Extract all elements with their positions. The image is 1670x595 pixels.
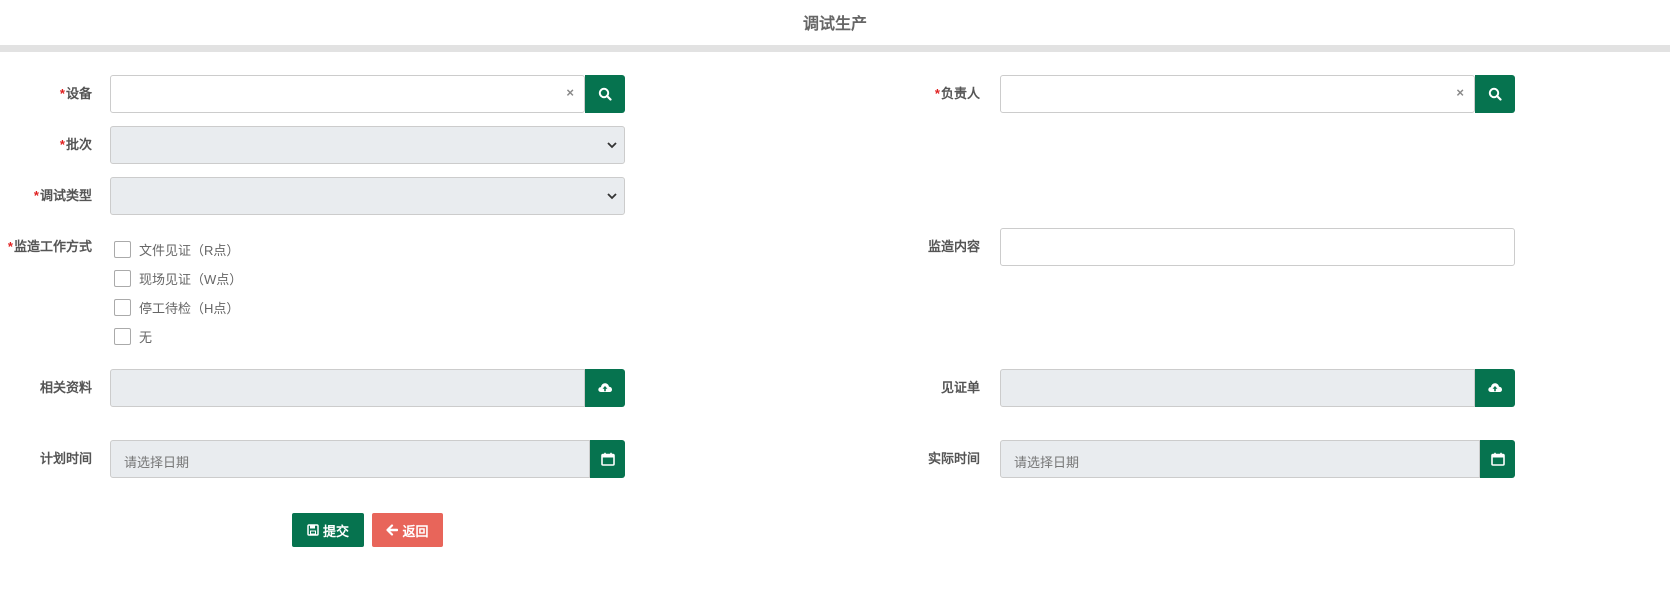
save-icon — [307, 524, 319, 536]
planned-time-label: 计划时间 — [39, 451, 92, 466]
supervision-content-input[interactable] — [1000, 228, 1515, 266]
planned-time-input[interactable]: 请选择日期 — [110, 440, 590, 478]
supervision-content-label: 监造内容 — [927, 239, 980, 254]
checkbox[interactable] — [114, 269, 131, 287]
arrow-left-icon — [386, 524, 399, 536]
device-search-button[interactable] — [585, 75, 625, 113]
checkbox-option-r[interactable]: 文件见证（R点） — [114, 239, 239, 259]
device-input[interactable]: × — [110, 75, 585, 113]
calendar-icon — [1490, 452, 1505, 466]
device-label: *设备 — [59, 86, 92, 101]
actual-time-calendar-button[interactable] — [1480, 440, 1515, 478]
witness-sheet-label: 见证单 — [940, 380, 980, 395]
actual-time-label: 实际时间 — [927, 451, 980, 466]
checkbox[interactable] — [114, 240, 131, 258]
chevron-down-icon — [607, 193, 617, 200]
batch-select[interactable] — [110, 126, 625, 164]
owner-input[interactable]: × — [1000, 75, 1475, 113]
back-button[interactable]: 返回 — [372, 513, 443, 547]
related-docs-input[interactable] — [110, 369, 585, 407]
checkbox-option-none[interactable]: 无 — [114, 326, 152, 346]
checkbox-option-h[interactable]: 停工待检（H点） — [114, 297, 239, 317]
related-docs-label: 相关资料 — [39, 380, 92, 395]
supervision-mode-label: *监造工作方式 — [7, 239, 92, 254]
submit-button[interactable]: 提交 — [292, 513, 364, 547]
batch-label: *批次 — [59, 137, 92, 152]
search-icon — [598, 87, 612, 101]
owner-search-button[interactable] — [1475, 75, 1515, 113]
checkbox[interactable] — [114, 298, 131, 316]
witness-sheet-input[interactable] — [1000, 369, 1475, 407]
cloud-upload-icon — [1488, 383, 1502, 392]
planned-time-calendar-button[interactable] — [590, 440, 625, 478]
owner-label: *负责人 — [934, 86, 980, 101]
owner-clear-icon[interactable]: × — [1456, 85, 1464, 100]
checkbox[interactable] — [114, 327, 131, 345]
related-docs-upload-button[interactable] — [585, 369, 625, 407]
page-title: 调试生产 — [802, 16, 867, 33]
witness-sheet-upload-button[interactable] — [1475, 369, 1515, 407]
title-divider — [0, 45, 1670, 52]
checkbox-option-w[interactable]: 现场见证（W点） — [114, 268, 242, 288]
debug-type-label: *调试类型 — [33, 188, 92, 203]
debug-type-select[interactable] — [110, 177, 625, 215]
actual-time-input[interactable]: 请选择日期 — [1000, 440, 1480, 478]
search-icon — [1488, 87, 1502, 101]
chevron-down-icon — [607, 142, 617, 149]
cloud-upload-icon — [598, 383, 612, 392]
device-clear-icon[interactable]: × — [566, 85, 574, 100]
calendar-icon — [600, 452, 615, 466]
